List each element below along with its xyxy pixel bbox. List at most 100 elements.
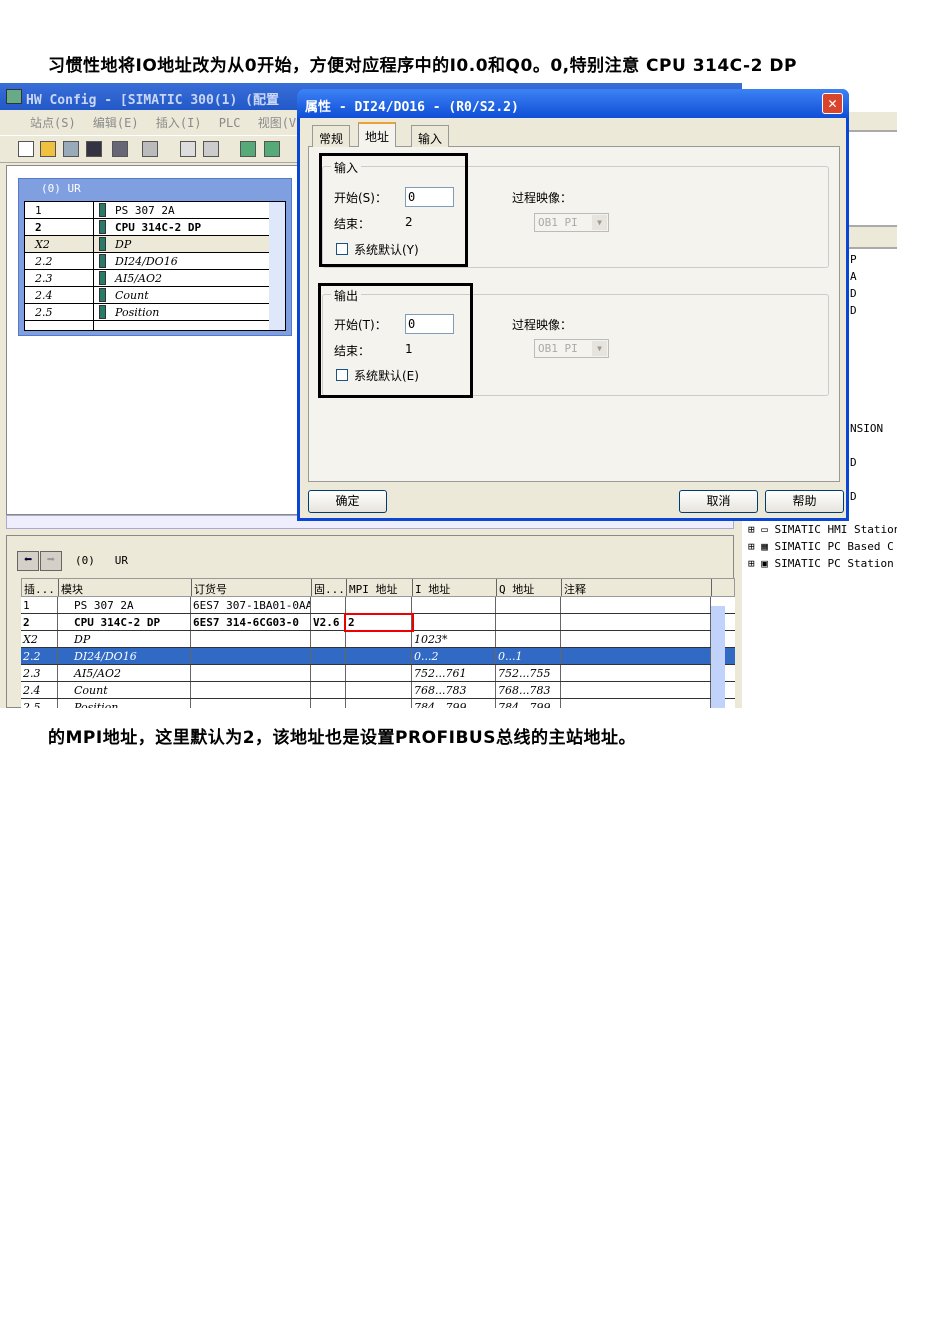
download-icon[interactable] — [240, 141, 256, 157]
cell-mpi — [346, 631, 412, 647]
cell-q: 768...783 — [496, 682, 561, 698]
cell-q: 752...755 — [496, 665, 561, 681]
cell-q: 0...1 — [496, 648, 561, 664]
rack-slot: 2.3 — [35, 272, 53, 285]
close-icon[interactable]: ✕ — [822, 93, 843, 114]
catalog-partial-4: D — [850, 304, 857, 317]
rack-module: Position — [115, 306, 160, 319]
rack-row[interactable]: 2 CPU 314C-2 DP — [25, 219, 285, 236]
compile-icon[interactable] — [112, 141, 128, 157]
cell-order: 6ES7 307-1BA01-0AA0 — [193, 597, 311, 613]
cell-order — [191, 682, 311, 698]
open-icon[interactable] — [40, 141, 56, 157]
rack-module: CPU 314C-2 DP — [115, 221, 202, 234]
cell-i — [412, 614, 496, 630]
rack-row[interactable]: 2.2 DI24/DO16 — [25, 253, 285, 270]
cell-comment — [561, 631, 711, 647]
table-row[interactable]: 1 PS 307 2A 6ES7 307-1BA01-0AA0 — [21, 597, 735, 614]
cell-i: 752...761 — [412, 665, 496, 681]
cell-module: CPU 314C-2 DP — [58, 614, 191, 630]
upload-icon[interactable] — [264, 141, 280, 157]
rack-slot: 2 — [35, 221, 42, 234]
menu-station[interactable]: 站点(S) — [30, 116, 76, 130]
table-row[interactable]: X2 DP 1023* — [21, 631, 735, 648]
cancel-button[interactable]: 取消 — [679, 490, 758, 513]
column-header[interactable]: 固... — [312, 579, 347, 596]
rack-module: PS 307 2A — [115, 204, 175, 217]
save-icon[interactable] — [86, 141, 102, 157]
rack-row[interactable]: 2.4 Count — [25, 287, 285, 304]
cell-fw — [311, 699, 346, 708]
tab-address[interactable]: 地址 — [358, 122, 397, 147]
cell-comment — [561, 648, 711, 664]
column-header[interactable]: Q 地址 — [497, 579, 562, 596]
copy-icon[interactable] — [180, 141, 196, 157]
table-row[interactable]: 2.3 AI5/AO2 752...761 752...755 — [21, 665, 735, 682]
menu-insert[interactable]: 插入(I) — [156, 116, 202, 130]
rack-row[interactable]: 1 PS 307 2A — [25, 202, 285, 219]
catalog-partial: P A D D NSION D D — [850, 251, 883, 505]
column-header[interactable]: 模块 — [59, 579, 192, 596]
help-button[interactable]: 帮助 — [765, 490, 844, 513]
forward-arrow-icon[interactable]: ➡ — [40, 551, 62, 571]
menu-edit[interactable]: 编辑(E) — [93, 116, 139, 130]
vertical-scrollbar[interactable] — [711, 606, 725, 708]
cell-slot: 2.4 — [21, 682, 58, 698]
chevron-down-icon: ▼ — [592, 215, 607, 230]
rack-row[interactable]: X2 DP — [25, 236, 285, 253]
module-icon — [99, 305, 106, 319]
tab-input[interactable]: 输入 — [411, 125, 450, 147]
ok-button[interactable]: 确定 — [308, 490, 387, 513]
rack-slot: 2.5 — [35, 306, 53, 319]
rack-window: (0) UR 1 PS 307 2A 2 CPU 314C-2 DP X2 DP 2.… — [18, 178, 292, 336]
module-table: 插... 模块 订货号 固... MPI 地址 I 地址 Q 地址 注释 1 PS 307 2A 6… — [21, 578, 735, 708]
rack-row[interactable]: 2.5 Position — [25, 304, 285, 321]
catalog-tree: ⊞ ▭ SIMATIC HMI Station ⊞ ▦ SIMATIC PC B… — [748, 521, 897, 572]
menu-plc[interactable]: PLC — [219, 116, 241, 130]
print-icon[interactable] — [142, 141, 158, 157]
module-icon — [99, 237, 106, 251]
cell-q — [496, 631, 561, 647]
catalog-item[interactable]: ⊞ ▣ SIMATIC PC Station — [748, 555, 897, 572]
cell-module: DP — [58, 631, 191, 647]
column-header[interactable]: MPI 地址 — [347, 579, 413, 596]
table-row[interactable]: 2.4 Count 768...783 768...783 — [21, 682, 735, 699]
column-header[interactable]: 插... — [22, 579, 59, 596]
module-icon — [99, 288, 106, 302]
column-header[interactable]: 注释 — [562, 579, 712, 596]
rack-scrollbar[interactable] — [269, 202, 285, 330]
new-icon[interactable] — [18, 141, 34, 157]
catalog-item[interactable]: ⊞ ▭ SIMATIC HMI Station — [748, 521, 897, 538]
output-image-select[interactable]: OB1 PI ▼ — [534, 339, 609, 358]
intro-text: 习惯性地将IO地址改为从0开始，方便对应程序中的I0.0和Q0。0,特别注意 C… — [48, 56, 797, 76]
table-row[interactable]: 2.2 DI24/DO16 0...2 0...1 — [21, 648, 735, 665]
output-image-value: OB1 PI — [538, 342, 578, 355]
rack-row[interactable]: 2.3 AI5/AO2 — [25, 270, 285, 287]
rack-slot: 1 — [35, 204, 42, 217]
table-row[interactable]: 2.5 Position 784...799 784...799 — [21, 699, 735, 708]
cell-comment — [561, 597, 711, 613]
input-image-select[interactable]: OB1 PI ▼ — [534, 213, 609, 232]
cell-fw — [311, 648, 346, 664]
cell-i: 0...2 — [412, 648, 496, 664]
cell-slot: X2 — [21, 631, 58, 647]
network-icon[interactable] — [63, 141, 79, 157]
catalog-partial-5: NSION — [850, 422, 884, 435]
tab-general[interactable]: 常规 — [312, 125, 351, 147]
rack-title: (0) UR — [41, 182, 81, 195]
rack-grid: 1 PS 307 2A 2 CPU 314C-2 DP X2 DP 2.2 DI24/… — [24, 201, 286, 331]
column-header[interactable]: I 地址 — [413, 579, 497, 596]
back-arrow-icon[interactable]: ⬅ — [17, 551, 39, 571]
cell-mpi — [346, 648, 412, 664]
rack-slot: X2 — [35, 238, 50, 251]
dialog-title: 属性 - DI24/DO16 - (R0/S2.2) — [297, 89, 849, 118]
cell-comment — [561, 699, 711, 708]
cell-q: 784...799 — [496, 699, 561, 708]
column-header[interactable]: 订货号 — [192, 579, 312, 596]
cell-order — [191, 699, 311, 708]
catalog-item[interactable]: ⊞ ▦ SIMATIC PC Based C — [748, 538, 897, 555]
cell-mpi — [346, 682, 412, 698]
paste-icon[interactable] — [203, 141, 219, 157]
cell-module: AI5/AO2 — [58, 665, 191, 681]
cell-fw: V2.6 — [311, 614, 346, 630]
